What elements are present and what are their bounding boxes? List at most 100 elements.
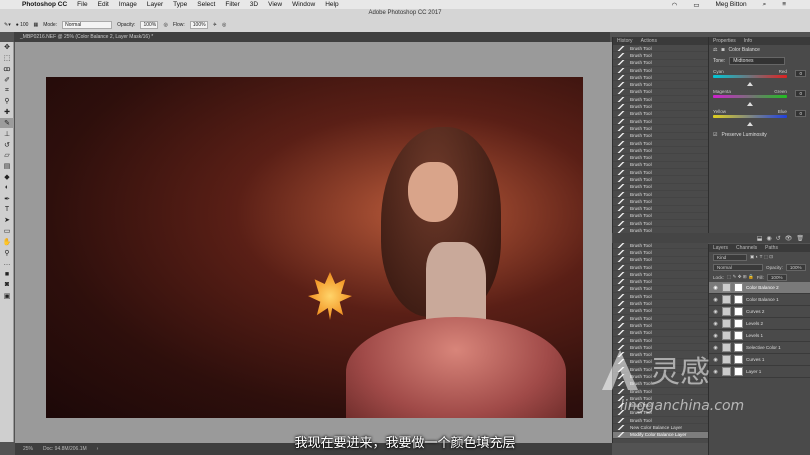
layer-name[interactable]: Color Balance 2 bbox=[746, 285, 779, 290]
history-item[interactable]: Brush Tool bbox=[613, 52, 708, 60]
history-item[interactable]: Brush Tool bbox=[613, 344, 708, 352]
pressure-size-icon[interactable]: ◎ bbox=[222, 22, 226, 28]
history-item[interactable]: Brush Tool bbox=[613, 373, 708, 381]
history-item[interactable]: Brush Tool bbox=[613, 81, 708, 89]
layer-mask-thumbnail[interactable] bbox=[734, 283, 743, 292]
history-item[interactable]: Brush Tool bbox=[613, 147, 708, 155]
history-item[interactable]: Brush Tool bbox=[613, 381, 708, 388]
menu-item-image[interactable]: Image bbox=[119, 1, 137, 8]
more-tools-icon[interactable]: … bbox=[0, 258, 14, 269]
adjustment-thumbnail[interactable] bbox=[722, 319, 731, 328]
move-tool-icon[interactable]: ✥ bbox=[0, 42, 14, 53]
history-item[interactable]: Brush Tool bbox=[613, 257, 708, 264]
history-item[interactable]: Brush Tool bbox=[613, 366, 708, 374]
history-item[interactable]: Brush Tool bbox=[613, 330, 708, 337]
screen-mode-icon[interactable]: ▣ bbox=[0, 290, 14, 301]
layer-opacity-field[interactable]: 100% bbox=[785, 263, 806, 271]
history-item[interactable]: Brush Tool bbox=[613, 169, 708, 177]
tab-paths[interactable]: Paths bbox=[765, 245, 778, 251]
history-item[interactable]: Brush Tool bbox=[613, 220, 708, 228]
history-item[interactable]: Brush Tool bbox=[613, 351, 708, 359]
layer-mask-thumbnail[interactable] bbox=[734, 331, 743, 340]
history-item[interactable]: Brush Tool bbox=[613, 198, 708, 206]
clip-to-layer-icon[interactable]: ⬓ bbox=[757, 235, 763, 242]
search-icon[interactable]: ⌕ bbox=[763, 1, 767, 9]
document-photo[interactable] bbox=[46, 77, 583, 418]
view-previous-icon[interactable]: ◉ bbox=[766, 235, 771, 242]
history-item[interactable]: Brush Tool bbox=[613, 162, 708, 170]
flow-field[interactable]: 100% bbox=[189, 21, 208, 29]
history-item[interactable]: Brush Tool bbox=[613, 133, 708, 140]
path-select-tool-icon[interactable]: ➤ bbox=[0, 215, 14, 226]
history-item[interactable]: Brush Tool bbox=[613, 417, 708, 425]
menu-item-type[interactable]: Type bbox=[173, 1, 187, 8]
adjustment-thumbnail[interactable] bbox=[722, 355, 731, 364]
history-item[interactable]: Brush Tool bbox=[613, 206, 708, 213]
layer-name[interactable]: Levels 1 bbox=[746, 333, 763, 338]
history-item[interactable]: Brush Tool bbox=[613, 45, 708, 53]
brush-tool-preset-icon[interactable]: ✎▾ bbox=[4, 22, 11, 28]
menu-item-3d[interactable]: 3D bbox=[250, 1, 258, 8]
history-item[interactable]: Brush Tool bbox=[613, 337, 708, 345]
brush-size-picker[interactable]: ● 100 bbox=[16, 22, 29, 28]
layer-mask-thumbnail[interactable] bbox=[734, 319, 743, 328]
lasso-tool-icon[interactable]: ꝏ bbox=[0, 64, 14, 75]
layer-mask-thumbnail[interactable] bbox=[734, 355, 743, 364]
adjustment-thumbnail[interactable] bbox=[722, 307, 731, 316]
adjustment-thumbnail[interactable] bbox=[722, 331, 731, 340]
wifi-icon[interactable]: ◠ bbox=[672, 1, 678, 9]
eyedropper-tool-icon[interactable]: ⚲ bbox=[0, 96, 14, 107]
history-item[interactable]: Brush Tool bbox=[613, 191, 708, 199]
history-item[interactable]: Brush Tool bbox=[613, 315, 708, 323]
tab-info[interactable]: Info bbox=[744, 38, 752, 44]
airbrush-icon[interactable]: ✈ bbox=[213, 22, 217, 28]
layer-name[interactable]: Curves 1 bbox=[746, 357, 764, 362]
history-item[interactable]: Brush Tool bbox=[613, 96, 708, 104]
app-name-menu[interactable]: Photoshop CC bbox=[22, 1, 67, 8]
slider-track[interactable] bbox=[713, 75, 787, 78]
quick-select-tool-icon[interactable]: ✐ bbox=[0, 74, 14, 85]
battery-icon[interactable]: ▭ bbox=[693, 1, 699, 9]
history-item[interactable]: Brush Tool bbox=[613, 60, 708, 67]
layer-row[interactable]: ◉ Selective Color 1 bbox=[709, 342, 810, 354]
slider-value-field[interactable]: 0 bbox=[795, 90, 806, 97]
layer-mask-thumbnail[interactable] bbox=[734, 295, 743, 304]
gradient-tool-icon[interactable]: ▤ bbox=[0, 161, 14, 172]
history-item[interactable]: Brush Tool bbox=[613, 176, 708, 184]
reset-icon[interactable]: ↺ bbox=[776, 235, 781, 242]
document-tab[interactable]: _MBP0216.NEF @ 25% (Color Balance 2, Lay… bbox=[14, 32, 610, 42]
tone-select[interactable]: Midtones bbox=[729, 57, 786, 65]
menu-item-help[interactable]: Help bbox=[325, 1, 338, 8]
brush-panel-icon[interactable]: ▦ bbox=[33, 22, 38, 28]
quick-mask-icon[interactable]: ◙ bbox=[0, 280, 14, 291]
menu-item-file[interactable]: File bbox=[77, 1, 87, 8]
slider-thumb[interactable] bbox=[747, 122, 753, 126]
preserve-luminosity-checkbox[interactable]: ☑ bbox=[713, 132, 717, 138]
type-tool-icon[interactable]: T bbox=[0, 204, 14, 215]
history-item[interactable]: Brush Tool bbox=[613, 264, 708, 272]
eye-visibility-icon[interactable]: ◉ bbox=[712, 369, 719, 375]
layer-mask-thumbnail[interactable] bbox=[734, 343, 743, 352]
history-item[interactable]: Brush Tool bbox=[613, 279, 708, 286]
pressure-opacity-icon[interactable]: ◎ bbox=[163, 22, 167, 28]
menu-item-layer[interactable]: Layer bbox=[147, 1, 163, 8]
clone-stamp-tool-icon[interactable]: ⊥ bbox=[0, 128, 14, 139]
tab-layers[interactable]: Layers bbox=[713, 245, 728, 251]
slider-thumb[interactable] bbox=[747, 82, 753, 86]
history-item[interactable]: Brush Tool bbox=[613, 271, 708, 279]
shape-tool-icon[interactable]: ▭ bbox=[0, 226, 14, 237]
history-item[interactable]: Brush Tool bbox=[613, 89, 708, 97]
brush-tool-icon[interactable]: ✎ bbox=[0, 117, 14, 129]
history-item[interactable]: Brush Tool bbox=[613, 410, 708, 418]
history-item[interactable]: Brush Tool bbox=[613, 322, 708, 330]
history-brush-tool-icon[interactable]: ↺ bbox=[0, 139, 14, 150]
history-item[interactable]: Brush Tool bbox=[613, 300, 708, 308]
history-item[interactable]: Brush Tool bbox=[613, 308, 708, 315]
filter-icons[interactable]: ▣ ◐ T ⬚ ⊡ bbox=[750, 254, 773, 260]
opacity-field[interactable]: 100% bbox=[140, 21, 159, 29]
eye-visibility-icon[interactable]: ◉ bbox=[712, 321, 719, 327]
slider-value-field[interactable]: 0 bbox=[795, 70, 806, 77]
history-item[interactable]: Brush Tool bbox=[613, 140, 708, 148]
history-item[interactable]: Brush Tool bbox=[613, 118, 708, 126]
history-item[interactable]: Brush Tool bbox=[613, 242, 708, 250]
